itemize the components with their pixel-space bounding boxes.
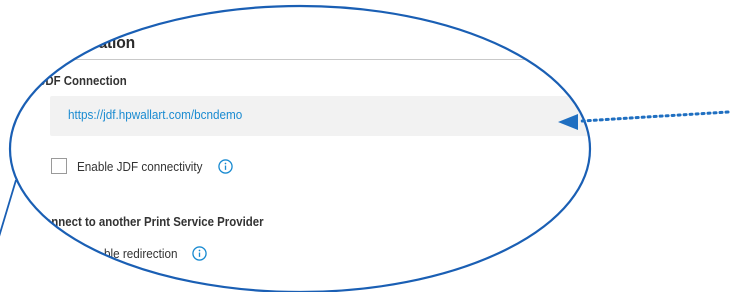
jdf-connection-label: JDF Connection xyxy=(39,73,127,88)
magnified-settings-screenshot: w Integration JDF Connection https://jdf… xyxy=(0,0,731,292)
pointer-line xyxy=(0,179,17,237)
dotted-arrow-line xyxy=(580,110,730,123)
info-icon[interactable] xyxy=(191,246,207,261)
magnifier-lens: w Integration JDF Connection https://jdf… xyxy=(10,6,590,292)
section-title: w Integration xyxy=(40,33,590,53)
section-divider xyxy=(40,59,590,60)
enable-redirection-label: ble redirection xyxy=(104,246,178,261)
enable-jdf-row: Enable JDF connectivity xyxy=(51,158,234,174)
info-icon[interactable] xyxy=(218,158,234,174)
enable-redirection-row: ble redirection xyxy=(104,246,207,261)
jdf-url-field[interactable]: https://jdf.hpwallart.com/bcndemo xyxy=(50,96,590,136)
enable-jdf-checkbox[interactable] xyxy=(51,158,67,174)
section-title-prefix: w xyxy=(40,33,52,52)
section-title-text: Integration xyxy=(56,33,135,52)
psp-connect-label: Connect to another Print Service Provide… xyxy=(36,214,264,229)
jdf-url-value: https://jdf.hpwallart.com/bcndemo xyxy=(68,107,243,122)
enable-jdf-label: Enable JDF connectivity xyxy=(77,158,203,174)
